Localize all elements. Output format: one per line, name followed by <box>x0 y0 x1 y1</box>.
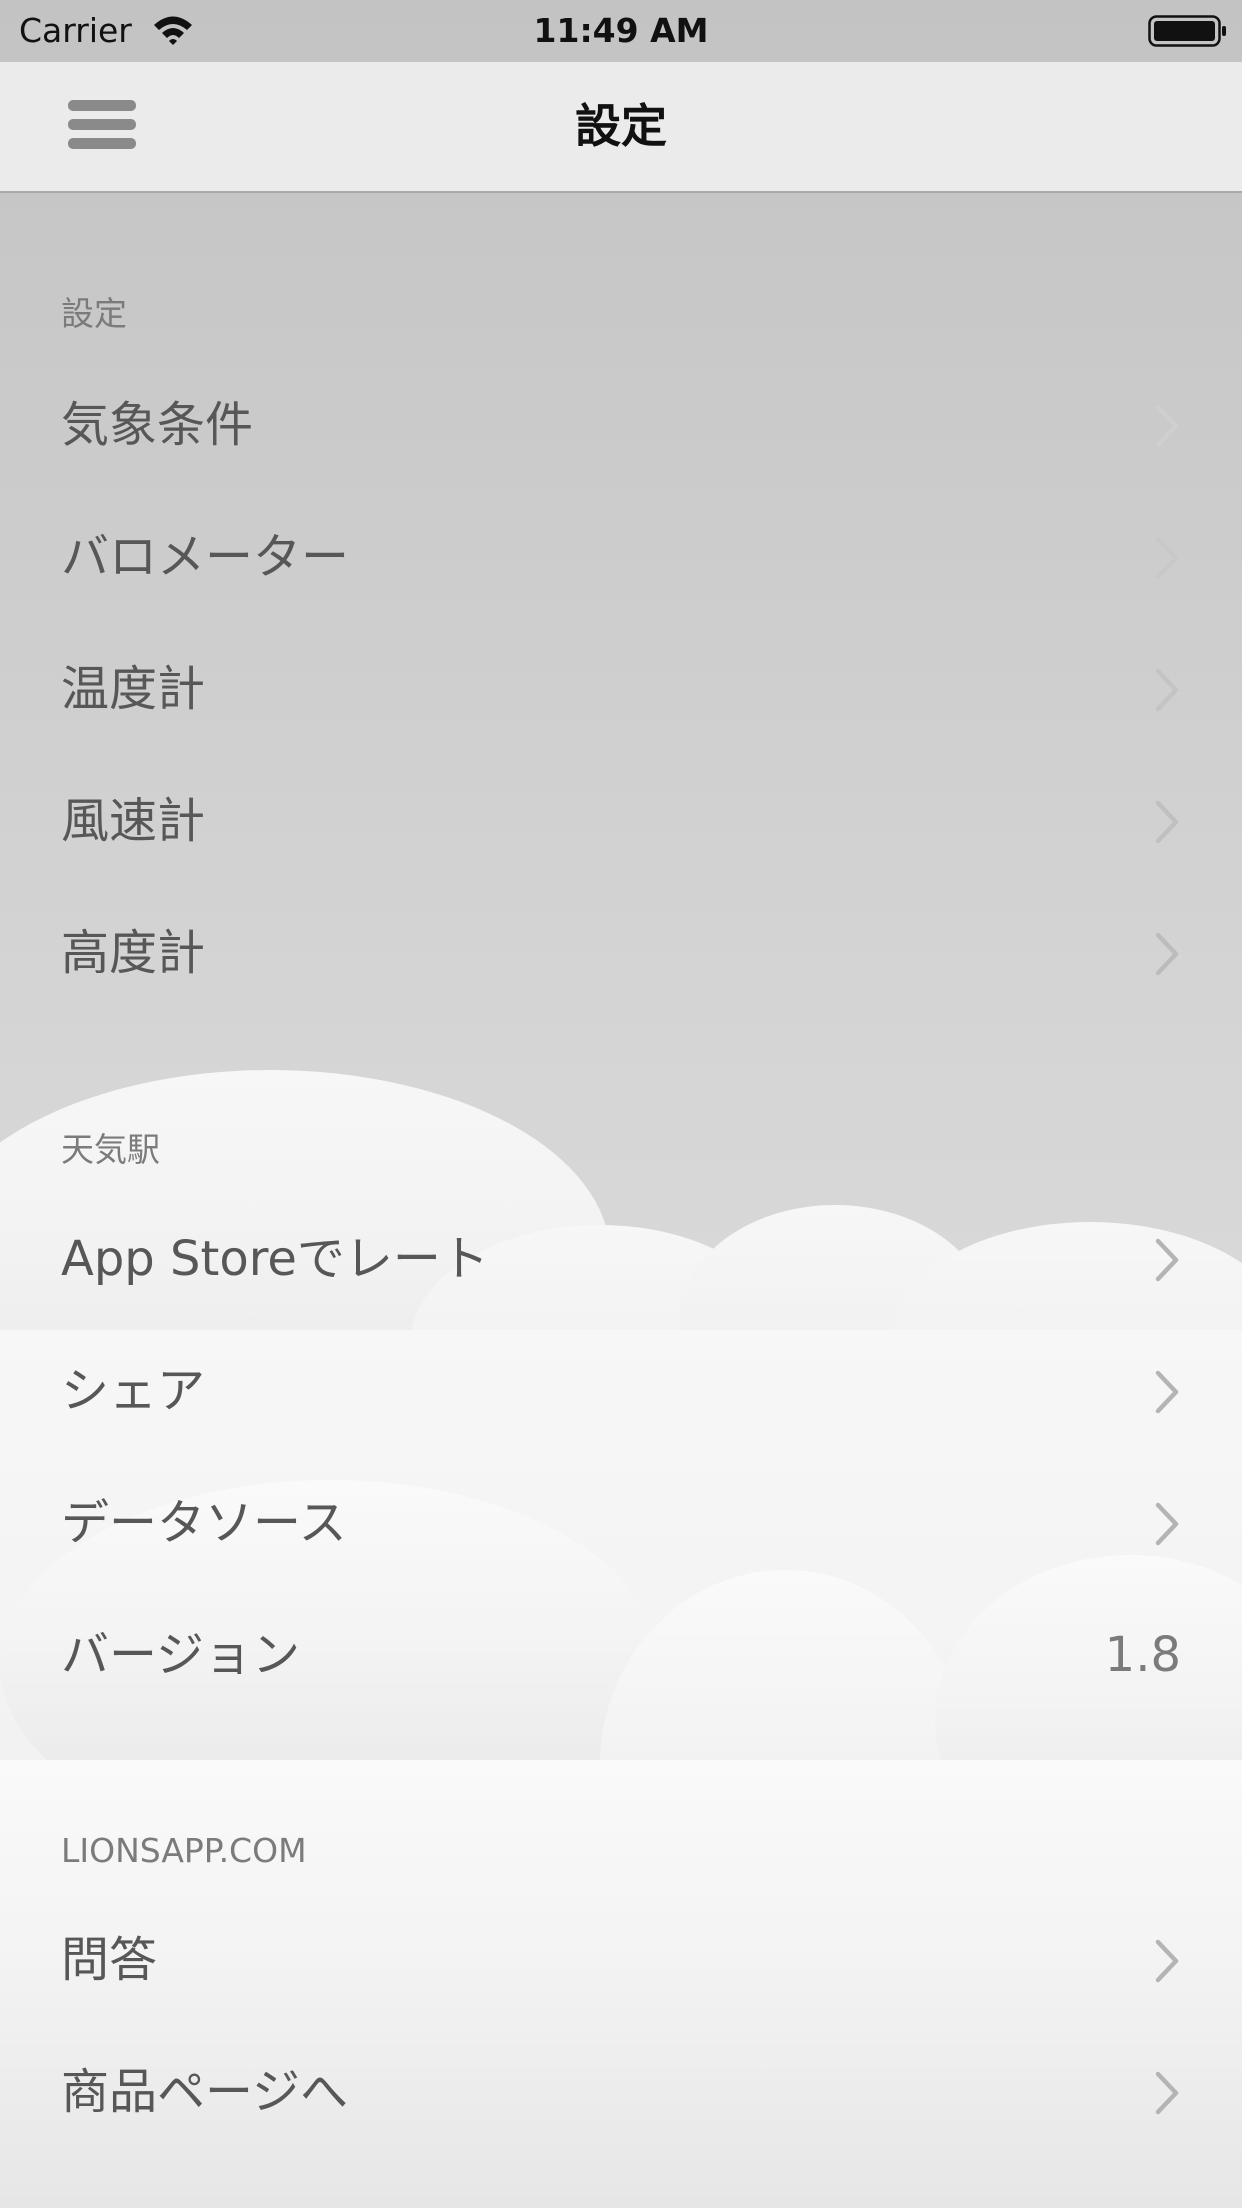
row-label: 商品ページへ <box>61 2064 349 2120</box>
row-label: 温度計 <box>61 661 206 717</box>
row-anemometer[interactable]: 風速計 <box>0 754 1242 886</box>
hamburger-menu-icon[interactable] <box>52 92 148 158</box>
section-header-weather-station: 天気駅 <box>61 1130 160 1169</box>
row-product-page[interactable]: 商品ページへ <box>0 2025 1242 2157</box>
row-version: バージョン 1.8 <box>0 1588 1242 1720</box>
row-faq[interactable]: 問答 <box>0 1893 1242 2025</box>
row-barometer[interactable]: バロメーター <box>0 490 1242 622</box>
page-title: 設定 <box>575 99 667 153</box>
row-label: バロメーター <box>61 529 350 585</box>
navigation-bar: 設定 <box>0 62 1242 193</box>
chevron-right-icon <box>1155 800 1179 844</box>
section-header-settings: 設定 <box>61 294 127 333</box>
chevron-right-icon <box>1155 668 1179 712</box>
chevron-right-icon <box>1155 1370 1179 1414</box>
row-label: シェア <box>61 1363 206 1419</box>
chevron-right-icon <box>1155 536 1179 580</box>
row-thermometer[interactable]: 温度計 <box>0 622 1242 754</box>
chevron-right-icon <box>1155 1939 1179 1983</box>
version-value: 1.8 <box>1104 1627 1181 1683</box>
row-label: App Storeでレート <box>61 1231 489 1287</box>
row-label: バージョン <box>61 1627 301 1683</box>
chevron-right-icon <box>1155 1502 1179 1546</box>
row-label: データソース <box>61 1495 347 1551</box>
chevron-right-icon <box>1155 2071 1179 2115</box>
row-label: 風速計 <box>61 793 206 849</box>
settings-table: 設定 気象条件 バロメーター 温度計 風速計 高度計 天気駅 App Store… <box>0 0 1242 2208</box>
section-header-lionsapp: LIONSAPP.COM <box>61 1831 307 1870</box>
row-altimeter[interactable]: 高度計 <box>0 886 1242 1018</box>
row-label: 高度計 <box>61 925 206 981</box>
row-data-source[interactable]: データソース <box>0 1456 1242 1588</box>
row-label: 問答 <box>61 1932 158 1988</box>
chevron-right-icon <box>1155 404 1179 448</box>
chevron-right-icon <box>1155 932 1179 976</box>
status-bar: Carrier 11:49 AM <box>0 0 1242 62</box>
row-rate-app-store[interactable]: App Storeでレート <box>0 1192 1242 1324</box>
status-time: 11:49 AM <box>533 11 709 50</box>
chevron-right-icon <box>1155 1238 1179 1282</box>
battery-full-icon <box>1148 15 1226 47</box>
row-share[interactable]: シェア <box>0 1324 1242 1456</box>
row-label: 気象条件 <box>61 397 254 453</box>
row-weather-conditions[interactable]: 気象条件 <box>0 358 1242 490</box>
